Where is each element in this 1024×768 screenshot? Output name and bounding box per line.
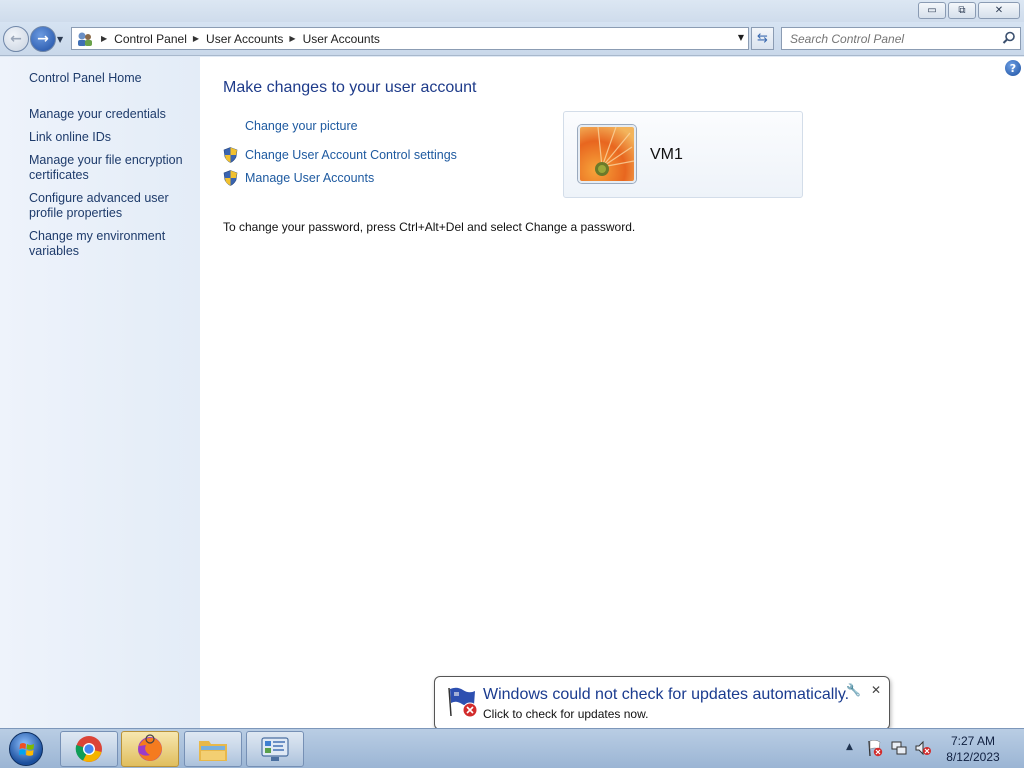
network-icon[interactable] <box>890 739 908 757</box>
sidebar-item-encryption-certificates[interactable]: Manage your file encryption certificates <box>29 153 194 183</box>
minimize-button[interactable]: ▭ <box>918 2 946 19</box>
sidebar-item-credentials[interactable]: Manage your credentials <box>29 107 194 122</box>
help-icon: ? <box>1009 61 1017 75</box>
title-bar: ▭ ⧉ ✕ <box>0 0 1024 22</box>
windows-update-flag-icon <box>448 687 478 718</box>
refresh-button[interactable]: ⇆ <box>751 27 774 50</box>
password-instructions: To change your password, press Ctrl+Alt+… <box>223 220 636 234</box>
back-button[interactable]: ← <box>3 26 29 52</box>
restore-icon: ⧉ <box>958 5 966 16</box>
taskbar: ▲ 7:27 AM 8/12/2023 <box>0 728 1024 768</box>
recent-pages-dropdown[interactable]: ▼ <box>57 35 63 44</box>
sidebar-item-online-ids[interactable]: Link online IDs <box>29 130 194 145</box>
address-bar[interactable]: ▶ Control Panel ▶ User Accounts ▶ User A… <box>71 27 749 50</box>
minimize-icon: ▭ <box>927 5 937 16</box>
start-button[interactable] <box>4 731 48 767</box>
chrome-icon <box>75 736 102 762</box>
control-panel-icon <box>75 30 95 48</box>
sidebar-item-profile-properties[interactable]: Configure advanced user profile properti… <box>29 191 194 221</box>
control-panel-app-icon <box>261 737 289 761</box>
update-notification-balloon[interactable]: Windows could not check for updates auto… <box>434 676 890 730</box>
search-icon[interactable] <box>1002 31 1016 48</box>
flower-picture-icon <box>580 127 634 181</box>
control-panel-home-link[interactable]: Control Panel Home <box>29 71 194 86</box>
search-input[interactable] <box>790 31 990 46</box>
notification-title[interactable]: Windows could not check for updates auto… <box>483 686 849 704</box>
back-arrow-icon: ← <box>10 31 22 47</box>
breadcrumb-user-accounts[interactable]: User Accounts <box>206 32 283 46</box>
breadcrumb-user-accounts-current[interactable]: User Accounts <box>303 32 380 46</box>
address-dropdown-icon[interactable]: ▼ <box>738 33 744 42</box>
search-box[interactable] <box>781 27 1021 50</box>
notification-text[interactable]: Click to check for updates now. <box>483 707 648 721</box>
forward-button[interactable]: → <box>30 26 56 52</box>
taskbar-chrome[interactable] <box>60 731 118 767</box>
breadcrumb-separator[interactable]: ▶ <box>289 34 295 43</box>
show-hidden-icons-button[interactable]: ▲ <box>846 742 853 752</box>
main-content: ? Make changes to your user account Chan… <box>200 57 1024 728</box>
navigation-bar: ← → ▼ ▶ Control Panel ▶ User Accounts ▶ … <box>0 22 1024 56</box>
refresh-icon: ⇆ <box>757 31 768 46</box>
page-title: Make changes to your user account <box>223 79 477 96</box>
wrench-icon[interactable]: 🔧 <box>846 683 861 697</box>
notification-tools: 🔧 ✕ <box>846 683 881 697</box>
breadcrumb-control-panel[interactable]: Control Panel <box>114 32 187 46</box>
folder-icon <box>199 741 227 761</box>
forward-arrow-icon: → <box>37 31 49 47</box>
avatar[interactable] <box>578 125 636 183</box>
clock-time: 7:27 AM <box>950 734 996 748</box>
taskbar-firefox[interactable] <box>121 731 179 767</box>
windows-logo-icon <box>9 732 43 766</box>
manage-user-accounts-link[interactable]: Manage User Accounts <box>245 171 374 185</box>
breadcrumb-separator[interactable]: ▶ <box>193 34 199 43</box>
firefox-icon <box>138 734 162 761</box>
user-account-tile: VM1 <box>563 111 803 198</box>
change-picture-link[interactable]: Change your picture <box>245 119 358 133</box>
uac-settings-link[interactable]: Change User Account Control settings <box>245 148 457 162</box>
sidebar-item-environment-variables[interactable]: Change my environment variables <box>29 229 194 259</box>
taskbar-control-panel[interactable] <box>246 731 304 767</box>
breadcrumb-separator[interactable]: ▶ <box>101 34 107 43</box>
close-icon: ✕ <box>994 5 1004 16</box>
user-name: VM1 <box>650 146 683 163</box>
close-button[interactable]: ✕ <box>978 2 1020 19</box>
restore-button[interactable]: ⧉ <box>948 2 976 19</box>
window-controls: ▭ ⧉ ✕ <box>918 2 1020 19</box>
taskbar-windows-explorer[interactable] <box>184 731 242 767</box>
close-icon[interactable]: ✕ <box>871 683 881 697</box>
system-clock[interactable]: 7:27 AM 8/12/2023 <box>940 733 1006 765</box>
shield-icon <box>223 147 238 163</box>
help-button[interactable]: ? <box>1005 60 1021 76</box>
clock-date: 8/12/2023 <box>946 750 1000 764</box>
action-center-flag-icon[interactable] <box>866 739 884 757</box>
volume-muted-icon[interactable] <box>914 739 932 757</box>
task-pane: Control Panel Home Manage your credentia… <box>0 57 200 728</box>
shield-icon <box>223 170 238 186</box>
